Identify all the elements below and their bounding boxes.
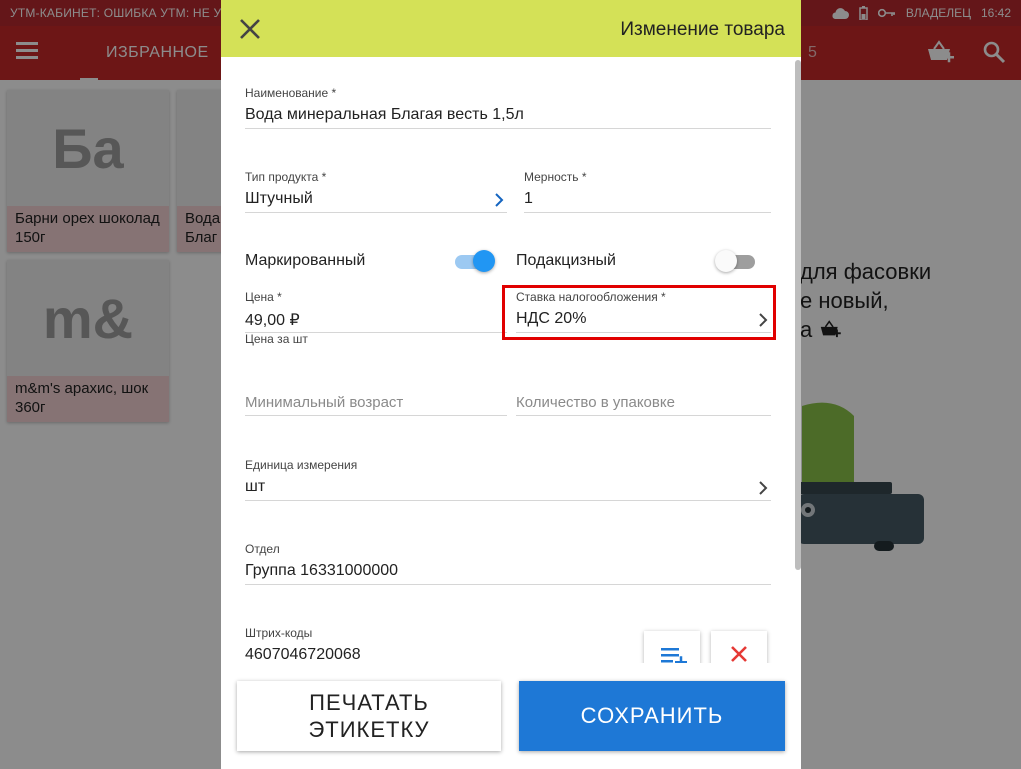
price-label: Цена * — [245, 290, 282, 304]
barcode-value: 4607046720068 — [245, 646, 361, 663]
save-button[interactable]: СОХРАНИТЬ — [519, 681, 785, 751]
min-age-placeholder: Минимальный возраст — [245, 394, 404, 411]
excise-label: Подакцизный — [516, 252, 616, 269]
dimension-label: Мерность * — [524, 170, 587, 184]
edit-product-dialog: Изменение товара Наименование * Вода мин… — [221, 0, 801, 769]
close-icon[interactable] — [237, 16, 263, 42]
product-type-field[interactable]: Тип продукта * Штучный — [245, 170, 507, 213]
name-field[interactable]: Наименование * Вода минеральная Благая в… — [245, 86, 771, 129]
price-hint: Цена за шт — [245, 332, 308, 346]
marked-label: Маркированный — [245, 252, 366, 269]
scrollbar[interactable] — [795, 60, 801, 570]
department-value: Группа 16331000000 — [245, 562, 399, 579]
dimension-field[interactable]: Мерность * 1 — [524, 170, 771, 213]
chevron-right-icon — [495, 193, 504, 207]
product-type-value: Штучный — [245, 190, 313, 207]
marked-toggle[interactable] — [455, 250, 495, 272]
unit-value: шт — [245, 478, 266, 495]
department-label: Отдел — [245, 542, 280, 556]
barcodes-label: Штрих-коды — [245, 626, 313, 640]
name-label: Наименование * — [245, 86, 337, 100]
excise-toggle[interactable] — [715, 250, 755, 272]
min-age-field[interactable]: Минимальный возраст — [245, 392, 507, 416]
unit-field[interactable]: Единица измерения шт — [245, 458, 771, 501]
dimension-value: 1 — [524, 190, 533, 207]
pack-qty-placeholder: Количество в упаковке — [516, 394, 675, 411]
unit-label: Единица измерения — [245, 458, 358, 472]
product-type-label: Тип продукта * — [245, 170, 327, 184]
tax-rate-highlight — [502, 285, 776, 340]
name-value: Вода минеральная Благая весть 1,5л — [245, 106, 524, 123]
dialog-title: Изменение товара — [620, 19, 785, 40]
price-field[interactable]: Цена * 49,00 ₽ — [245, 290, 507, 333]
print-label-button[interactable]: ПЕЧАТАТЬ ЭТИКЕТКУ — [237, 681, 501, 751]
price-value: 49,00 ₽ — [245, 312, 300, 329]
print-button-line: ПЕЧАТАТЬ — [309, 690, 429, 715]
pack-qty-field[interactable]: Количество в упаковке — [516, 392, 771, 416]
department-field[interactable]: Отдел Группа 16331000000 — [245, 542, 771, 585]
chevron-right-icon — [759, 481, 768, 495]
print-button-line: ЭТИКЕТКУ — [308, 717, 430, 742]
dialog-header: Изменение товара — [221, 0, 801, 57]
dialog-footer: ПЕЧАТАТЬ ЭТИКЕТКУ СОХРАНИТЬ — [221, 663, 801, 769]
